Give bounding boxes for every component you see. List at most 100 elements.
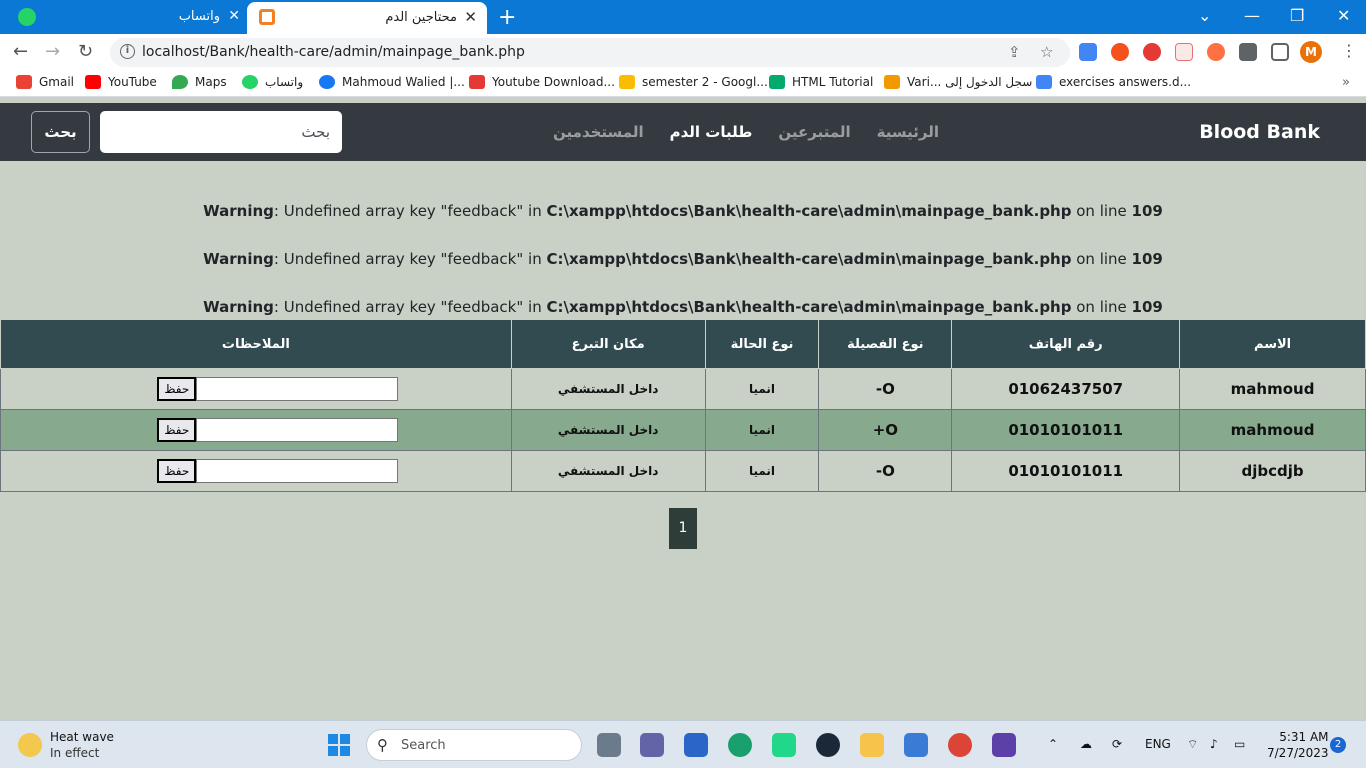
start-icon[interactable] [328,734,350,756]
clock[interactable]: 5:31 AM 7/27/2023 [1267,729,1329,761]
cell-donation-place: داخل المستشفي [510,450,706,492]
search-icon: ⚲ [377,736,388,754]
address-bar[interactable]: i localhost/Bank/health-care/admin/mainp… [110,38,1070,67]
brand-logo[interactable]: Blood Bank [1199,121,1320,143]
file-explorer-icon[interactable] [860,733,884,757]
pycharm-icon[interactable] [772,733,796,757]
wifi-icon[interactable]: ⌔ [1187,737,1198,752]
tab-search-icon[interactable]: ⌄ [1198,6,1211,25]
bookmark-star-icon[interactable]: ☆ [1040,43,1053,61]
share-icon[interactable]: ⇪ [1008,43,1021,61]
nav-link-users[interactable]: المستخدمين [553,123,644,141]
profile-avatar[interactable]: M [1300,41,1322,63]
volume-icon[interactable]: ♪ [1210,737,1218,751]
pagination-page-1[interactable]: 1 [669,508,697,549]
cell-donation-place: داخل المستشفي [510,368,706,410]
notification-badge[interactable]: 2 [1330,737,1346,753]
cell-notes: حفظ [0,450,512,492]
whatsapp-icon [242,75,258,89]
winzip-icon[interactable] [992,733,1016,757]
edge-icon[interactable] [728,733,752,757]
cell-name: mahmoud [1179,368,1366,410]
minimize-icon[interactable]: — [1244,6,1260,25]
cell-phone: 01062437507 [951,368,1181,410]
gmail-icon [16,75,32,89]
cell-name: mahmoud [1179,409,1366,451]
whatsapp-icon [18,8,36,26]
bookmark-google-drive[interactable]: semester 2 - Googl... [619,75,768,89]
note-input[interactable] [196,418,399,442]
bookmark-gmail[interactable]: Gmail [16,75,74,89]
cell-notes: حفظ [0,368,512,410]
save-note-button[interactable]: حفظ [157,377,197,401]
notes-form: حفظ [1,459,511,483]
weather-title[interactable]: Heat wave [50,730,114,744]
sync-icon[interactable]: ⟳ [1112,737,1122,751]
window-close-icon[interactable]: ✕ [1337,6,1350,25]
teams-icon[interactable] [640,733,664,757]
site-info-icon[interactable]: i [120,44,135,59]
bookmark-facebook[interactable]: Mahmoud Walied |... [319,75,465,89]
back-icon[interactable]: ← [13,41,28,62]
notes-form: حفظ [1,418,511,442]
nav-link-donors[interactable]: المتبرعين [778,123,850,141]
weather-warning-icon[interactable] [18,733,42,757]
youtube-icon [85,75,101,89]
task-view-icon[interactable] [597,733,621,757]
extension-icon[interactable] [1175,43,1193,61]
bookmark-sign-in[interactable]: Vari... سجل الدخول إلى [884,75,1032,89]
drive-icon [619,75,635,89]
onedrive-icon[interactable]: ☁ [1080,737,1092,751]
header-blood-type: نوع الفصيلة [818,319,953,369]
close-icon[interactable]: ✕ [228,8,240,24]
battery-icon[interactable]: ▭ [1234,737,1245,751]
facebook-icon [319,75,335,89]
language-indicator[interactable]: ENG [1145,737,1171,751]
adblock-icon[interactable] [1143,43,1161,61]
browser-tab-strip: واتساب ✕ محتاجين الدم ✕ + ⌄ — ❐ ✕ [0,0,1366,34]
more-bookmarks-icon[interactable]: » [1342,75,1350,90]
search-input[interactable] [100,111,342,153]
bookmark-exercises[interactable]: exercises answers.d... [1036,75,1191,89]
php-warning: Warning: Undefined array key "feedback" … [203,202,1163,220]
forward-icon[interactable]: → [45,41,60,62]
browser-toolbar: ← → ↻ i localhost/Bank/health-care/admin… [0,34,1366,71]
tray-overflow-icon[interactable]: ⌃ [1048,737,1058,751]
cell-case-type: انميا [704,368,820,410]
docs-icon [1036,75,1052,89]
search-button[interactable]: بحث [31,111,90,153]
reload-icon[interactable]: ↻ [78,41,93,62]
extension-icon[interactable] [1207,43,1225,61]
chrome-icon[interactable] [948,733,972,757]
url-text: localhost/Bank/health-care/admin/mainpag… [142,44,525,60]
note-input[interactable] [196,377,399,401]
steam-icon[interactable] [816,733,840,757]
new-tab-button[interactable]: + [498,5,516,30]
nav-link-home[interactable]: الرئيسية [877,123,939,141]
translate-extension-icon[interactable] [1079,43,1097,61]
puzzle-icon[interactable] [1239,43,1257,61]
taskbar-search[interactable]: ⚲ Search [366,729,582,761]
tab-whatsapp[interactable]: واتساب ✕ [10,0,242,34]
bookmark-maps[interactable]: Maps [172,75,227,89]
taskbar-search-placeholder: Search [401,738,446,753]
nav-links: الرئيسية المتبرعين طلبات الدم المستخدمين [553,123,939,141]
menu-icon[interactable]: ⋮ [1341,41,1357,60]
close-icon[interactable]: ✕ [464,8,477,26]
notepad-icon[interactable] [904,733,928,757]
bookmark-youtube[interactable]: YouTube [85,75,157,89]
save-note-button[interactable]: حفظ [157,459,197,483]
nav-link-blood-requests[interactable]: طلبات الدم [670,123,753,141]
header-notes: الملاحظات [0,319,512,369]
bookmark-html-tutorial[interactable]: HTML Tutorial [769,75,873,89]
bookmark-whatsapp[interactable]: واتساب [242,75,303,89]
save-note-button[interactable]: حفظ [157,418,197,442]
store-icon[interactable] [684,733,708,757]
extension-icon[interactable] [1111,43,1129,61]
tab-title: واتساب [178,9,220,24]
bookmark-youtube-download[interactable]: Youtube Download... [469,75,615,89]
note-input[interactable] [196,459,399,483]
restore-icon[interactable]: ❐ [1290,6,1304,25]
tab-blood-requests[interactable]: محتاجين الدم ✕ [247,2,487,34]
side-panel-icon[interactable] [1271,43,1289,61]
